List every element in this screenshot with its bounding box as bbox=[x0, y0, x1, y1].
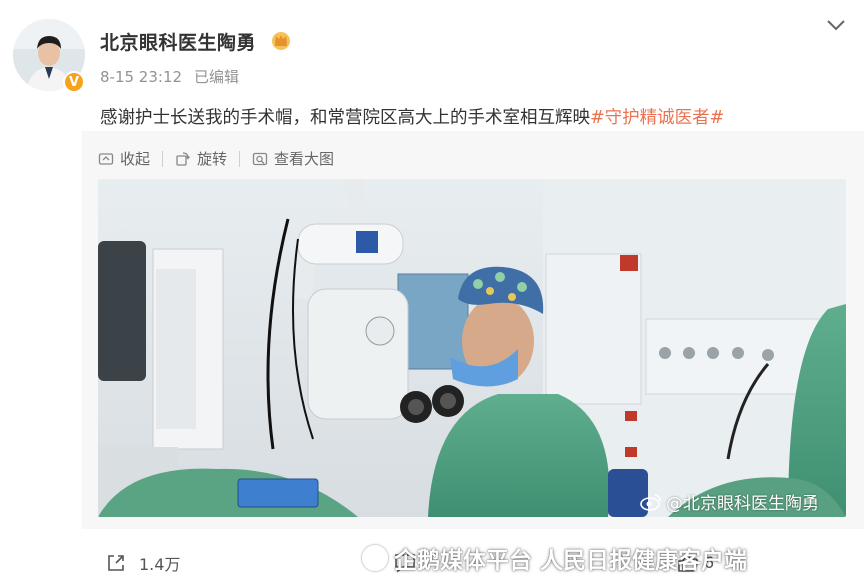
collapse-icon bbox=[98, 152, 114, 165]
view-large-icon bbox=[252, 152, 268, 165]
rotate-icon bbox=[176, 151, 191, 166]
source-watermark-text: 企鹅媒体平台 人民日报健康客户端 bbox=[394, 548, 748, 574]
source-watermark: 企鹅媒体平台 人民日报健康客户端 bbox=[362, 541, 747, 575]
share-count: 1.4万 bbox=[139, 555, 181, 574]
share-button[interactable]: 1.4万 bbox=[105, 551, 180, 575]
hashtag-link[interactable]: #守护精诚医者# bbox=[590, 108, 724, 128]
post-time[interactable]: 8-15 23:12 bbox=[100, 68, 182, 86]
share-icon bbox=[108, 555, 124, 571]
crown-icon bbox=[272, 32, 290, 50]
rotate-label: 旋转 bbox=[197, 150, 228, 168]
toolbar-divider bbox=[162, 150, 164, 167]
username[interactable]: 北京眼科医生陶勇 bbox=[100, 28, 256, 55]
collapse-button[interactable]: 收起 bbox=[98, 148, 150, 169]
weibo-logo-icon bbox=[640, 493, 661, 511]
rotate-button[interactable]: 旋转 bbox=[175, 148, 227, 169]
media-toolbar: 收起 旋转 查看大图 bbox=[98, 148, 334, 169]
collapse-label: 收起 bbox=[120, 150, 151, 168]
chevron-down-icon[interactable] bbox=[826, 18, 846, 32]
toolbar-divider bbox=[239, 150, 241, 167]
source-logo-icon bbox=[362, 545, 388, 571]
post-body: 感谢护士长送我的手术帽，和常营院区高大上的手术室相互辉映 bbox=[100, 108, 590, 128]
post-image[interactable] bbox=[98, 179, 846, 517]
post-meta: 8-15 23:12 已编辑 bbox=[100, 66, 239, 87]
view-large-label: 查看大图 bbox=[274, 150, 335, 168]
edited-label: 已编辑 bbox=[194, 68, 240, 86]
view-large-button[interactable]: 查看大图 bbox=[252, 148, 334, 169]
image-watermark: @北京眼科医生陶勇 bbox=[640, 489, 819, 514]
watermark-text: @北京眼科医生陶勇 bbox=[666, 494, 819, 514]
verified-badge: V bbox=[63, 71, 85, 93]
post-text: 感谢护士长送我的手术帽，和常营院区高大上的手术室相互辉映#守护精诚医者# bbox=[100, 104, 724, 129]
